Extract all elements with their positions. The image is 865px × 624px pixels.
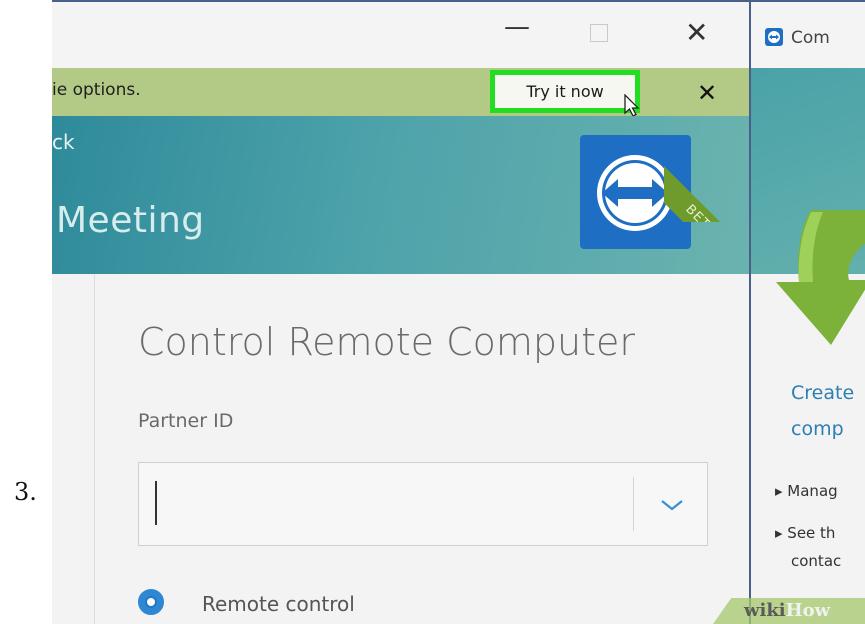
maximize-button[interactable] <box>590 24 608 42</box>
wikihow-watermark: wikiHow <box>744 600 831 621</box>
bullet-see: ▸ See th <box>775 524 836 542</box>
section-title: Control Remote Computer <box>138 320 636 364</box>
mouse-cursor-icon <box>624 94 640 117</box>
chevron-down-icon[interactable] <box>659 487 685 523</box>
remote-control-label: Remote control <box>202 592 355 616</box>
partner-id-input[interactable] <box>138 462 708 546</box>
teamviewer-small-icon <box>765 28 783 46</box>
sidebar-divider <box>94 274 95 624</box>
header-banner: ck Meeting BETA <box>52 116 752 274</box>
computers-contacts-window: Com Create comp ▸ Manag ▸ See th contac <box>749 0 865 624</box>
input-divider <box>633 477 634 531</box>
main-content: Control Remote Computer Partner ID Remot… <box>52 274 749 624</box>
banner-title: Meeting <box>56 200 205 241</box>
beta-ribbon: BETA <box>664 134 752 222</box>
step-number: 3. <box>14 478 37 506</box>
second-window-titlebar: Com <box>751 0 865 70</box>
text-caret <box>155 481 157 525</box>
download-arrow-icon <box>776 210 865 345</box>
back-link[interactable]: ck <box>52 130 75 154</box>
try-it-now-button[interactable]: Try it now <box>490 70 640 113</box>
partner-id-label: Partner ID <box>138 410 234 432</box>
second-window-title: Com <box>791 28 830 48</box>
close-window-button[interactable]: ✕ <box>685 16 708 49</box>
bullet-manage: ▸ Manag <box>775 482 838 500</box>
notification-bar: ie options. Try it now <box>52 68 749 116</box>
computers-text: comp <box>791 418 844 440</box>
notification-text: ie options. <box>52 80 141 100</box>
remote-control-radio[interactable] <box>138 589 164 615</box>
window-titlebar: — ✕ <box>52 0 749 70</box>
minimize-button[interactable]: — <box>504 12 530 42</box>
create-account-text: Create <box>791 382 855 404</box>
notification-close-button[interactable]: ✕ <box>697 79 717 107</box>
bullet-see-continued: contac <box>791 552 842 570</box>
screenshot: — ✕ ie options. Try it now ✕ ck Meeting … <box>52 0 865 624</box>
